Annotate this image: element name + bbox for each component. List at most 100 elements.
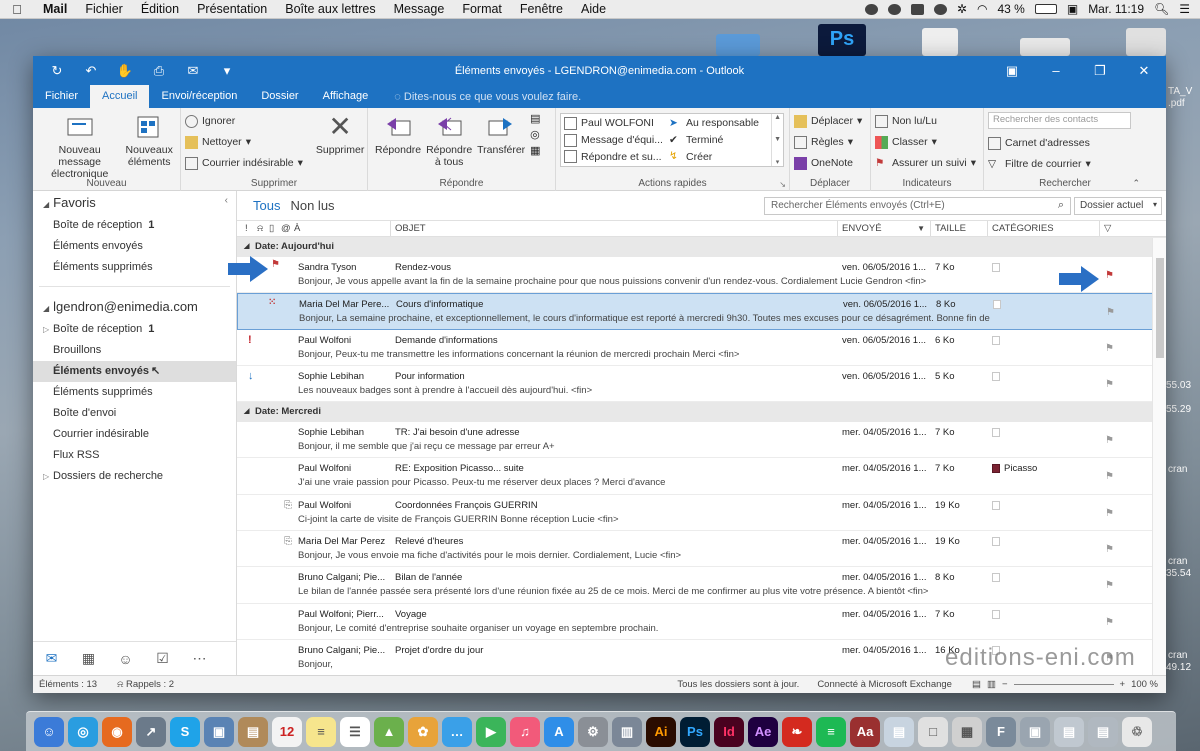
list-item[interactable]: ⎘ Paul Wolfoni Coordonnées François GUER… xyxy=(237,495,1166,532)
quickstep-team-message[interactable]: Message d'équi... xyxy=(564,132,663,149)
close-icon[interactable]: ✕ xyxy=(1122,63,1166,79)
flag-icon[interactable]: ⚑ xyxy=(1105,270,1114,281)
zoom-out-icon[interactable]: − xyxy=(1002,679,1008,690)
category-box[interactable] xyxy=(992,371,1000,381)
screenshot-stack-icon[interactable]: ▤ xyxy=(1054,716,1084,747)
category-box[interactable] xyxy=(992,263,1000,272)
customize-qat-icon[interactable]: ▾ xyxy=(217,63,237,79)
tasks-module-icon[interactable]: ☑ xyxy=(144,650,181,667)
category-color-box[interactable] xyxy=(992,464,1000,474)
safari-icon[interactable]: ◎ xyxy=(68,716,98,747)
meeting-icon[interactable]: ▤ xyxy=(530,112,540,125)
acc-deleted-items[interactable]: Éléments supprimés xyxy=(33,382,236,403)
indesign-icon[interactable]: Id xyxy=(714,716,744,747)
appstore-icon[interactable]: A xyxy=(544,716,574,747)
textedit-icon[interactable]: ▤ xyxy=(884,716,914,747)
importance-column-icon[interactable]: ! xyxy=(245,223,248,234)
print-icon[interactable]: ⎙ xyxy=(149,63,169,79)
filter-all-tab[interactable]: Tous xyxy=(253,198,280,213)
clean-up-button[interactable]: Nettoyer ▾ xyxy=(185,133,303,151)
gallery-more-icon[interactable]: ▾ xyxy=(776,158,780,166)
im-icon[interactable]: ◎ xyxy=(530,128,540,141)
acc-drafts[interactable]: Brouillons xyxy=(33,340,236,361)
menu-message[interactable]: Message xyxy=(385,2,454,16)
touch-mode-icon[interactable]: ✋ xyxy=(115,63,135,79)
zoom-slider[interactable] xyxy=(1013,684,1114,685)
acrobat-icon[interactable]: ❧ xyxy=(782,716,812,747)
list-item[interactable]: ⎘ Maria Del Mar Perez Relevé d'heures Bo… xyxy=(237,531,1166,568)
move-button[interactable]: Déplacer ▾ xyxy=(794,112,862,130)
search-contacts-input[interactable]: Rechercher des contacts xyxy=(988,112,1131,129)
tab-fichier[interactable]: Fichier xyxy=(33,85,90,108)
scrollbar-thumb[interactable] xyxy=(1156,258,1164,358)
quickstep-done[interactable]: ✔ Terminé xyxy=(669,132,768,149)
fav-deleted-items[interactable]: Éléments supprimés xyxy=(33,257,236,278)
category-box[interactable] xyxy=(992,335,1000,345)
attachment-column-icon[interactable]: @ xyxy=(281,223,291,234)
sendreceive-all-icon[interactable]: ↻ xyxy=(47,63,67,79)
maps-icon[interactable]: ▲ xyxy=(374,716,404,747)
more-respond-icon[interactable]: ▦ xyxy=(530,144,540,157)
acc-rss[interactable]: Flux RSS xyxy=(33,445,236,466)
category-box[interactable] xyxy=(992,428,1000,438)
account-header[interactable]: ◢ lgendron@enimedia.com xyxy=(33,295,236,319)
expand-caret-icon[interactable]: ▷ xyxy=(43,466,49,487)
flag-icon[interactable]: ⚑ xyxy=(1105,617,1114,628)
notebook-icon[interactable]: ▤ xyxy=(238,716,268,747)
quickstep-reply-delete[interactable]: Répondre et su... xyxy=(564,148,663,165)
quickstep-to-manager[interactable]: ➤ Au responsable xyxy=(669,115,768,132)
categorize-button[interactable]: Classer ▾ xyxy=(875,133,976,151)
after-effects-icon[interactable]: Ae xyxy=(748,716,778,747)
list-item[interactable]: Bruno Calgani; Pie... Bilan de l'année L… xyxy=(237,567,1166,604)
flag-icon[interactable]: ▣ xyxy=(1067,2,1078,16)
quickstep-paul-wolfoni[interactable]: Paul WOLFONI xyxy=(564,115,663,132)
people-module-icon[interactable]: ☺ xyxy=(107,651,144,667)
zoom-in-icon[interactable]: + xyxy=(1120,679,1126,690)
search-icon[interactable]: ⌕ xyxy=(1058,199,1064,212)
menu-boite-aux-lettres[interactable]: Boîte aux lettres xyxy=(276,2,384,16)
firefox-icon[interactable]: ◉ xyxy=(102,716,132,747)
reply-small-icon[interactable]: ✉ xyxy=(183,63,203,79)
creative-cloud-icon[interactable] xyxy=(864,3,878,15)
finder-icon[interactable]: ☺ xyxy=(34,716,64,747)
desktop-document-icon[interactable] xyxy=(922,28,958,56)
calendar-module-icon[interactable]: ▦ xyxy=(70,650,107,667)
list-item[interactable]: ⁙ Maria Del Mar Pere... Cours d'informat… xyxy=(237,293,1166,330)
acc-inbox[interactable]: ▷ Boîte de réception 1 xyxy=(33,319,236,340)
filter-email-button[interactable]: ▽ Filtre de courrier ▾ xyxy=(988,155,1131,173)
chevron-down-icon[interactable]: ▼ xyxy=(774,136,781,143)
desktop-pdf-icon[interactable] xyxy=(1126,28,1166,56)
dialog-launcher-icon[interactable]: ↘ xyxy=(779,180,786,189)
flag-icon[interactable]: ⚑ xyxy=(1105,544,1114,555)
dropbox-icon[interactable] xyxy=(910,3,924,15)
acc-sent-items[interactable]: Éléments envoyés ↖ xyxy=(33,361,236,382)
tab-affichage[interactable]: Affichage xyxy=(311,85,381,108)
desktop-screenshot-icon[interactable] xyxy=(1020,38,1070,56)
clock[interactable]: Mar. 11:19 xyxy=(1088,2,1144,16)
tell-me-box[interactable]: ◌ Dites-nous ce que vous voulez faire. xyxy=(380,86,581,108)
group-header[interactable]: ◢ Date: Mercredi xyxy=(237,402,1166,423)
desktop-photoshop-icon[interactable]: Ps xyxy=(818,24,866,56)
reading-view-icon[interactable]: ▥ xyxy=(987,679,996,690)
column-size[interactable]: TAILLE xyxy=(930,221,966,236)
category-box[interactable] xyxy=(992,500,1000,510)
menu-presentation[interactable]: Présentation xyxy=(188,2,276,16)
list-item[interactable]: ! Paul Wolfoni Demande d'informations Bo… xyxy=(237,330,1166,366)
preview-icon[interactable]: ▣ xyxy=(204,716,234,747)
trash-icon[interactable]: ♲ xyxy=(1122,716,1152,747)
calendar-icon[interactable]: 12 xyxy=(272,716,302,747)
mail-module-icon[interactable]: ✉ xyxy=(33,650,70,667)
normal-view-icon[interactable]: ▤ xyxy=(972,679,981,690)
folder-stack-icon[interactable]: F xyxy=(986,716,1016,747)
column-sent[interactable]: ENVOYÉ ▼ xyxy=(837,221,929,236)
more-modules-icon[interactable]: ⋯ xyxy=(181,650,218,667)
chevron-up-icon[interactable]: ▲ xyxy=(774,114,781,121)
category-box[interactable] xyxy=(992,609,1000,619)
fav-sent-items[interactable]: Éléments envoyés xyxy=(33,236,236,257)
flag-icon[interactable]: ⚑ xyxy=(1105,343,1114,354)
follow-up-button[interactable]: ⚑ Assurer un suivi ▾ xyxy=(875,154,976,172)
tab-dossier[interactable]: Dossier xyxy=(249,85,310,108)
category-box[interactable] xyxy=(992,537,1000,547)
messages-icon[interactable]: … xyxy=(442,716,472,747)
search-input[interactable]: Rechercher Éléments envoyés (Ctrl+E) ⌕ xyxy=(764,196,1071,215)
